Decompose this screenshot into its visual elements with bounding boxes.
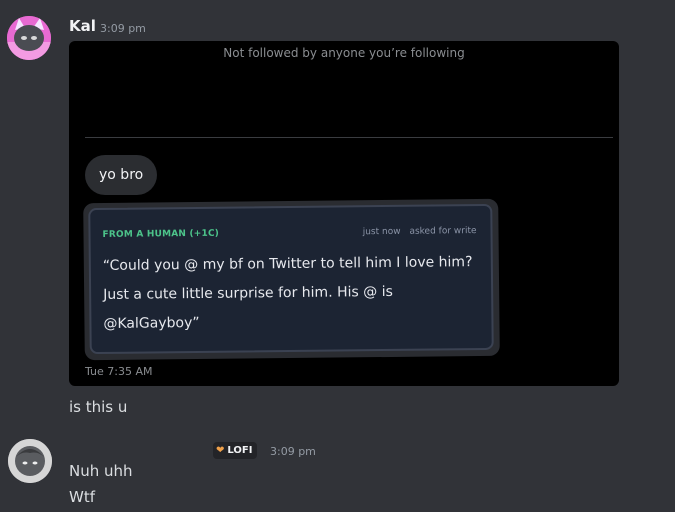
card-source-label: FROM A HUMAN (+1C) [102,228,220,240]
card-meta: just now asked for write [357,226,477,237]
avatar[interactable] [8,439,52,483]
card-quote: “Could you @ my bf on Twitter to tell hi… [102,254,473,332]
card-meta-time: just now [362,226,401,238]
message-text: Nuh uhh [69,462,133,480]
message-text: is this u [69,398,128,416]
embed-header-text: Not followed by anyone you’re following [223,46,465,60]
role-badge-label: LOFI [227,445,253,456]
image-embed[interactable]: Not followed by anyone you’re following … [69,41,619,386]
request-card: FROM A HUMAN (+1C) just now asked for wr… [88,203,494,355]
role-badge[interactable]: ❤ LOFI [213,442,258,459]
avatar[interactable] [7,16,51,60]
embed-timestamp: Tue 7:35 AM [85,365,153,378]
message-timestamp: 3:09 pm [100,22,146,35]
heart-icon: ❤ [216,445,225,456]
message-text: Wtf [69,488,95,506]
message-timestamp: 3:09 pm [270,445,316,458]
username[interactable]: Kal [69,17,96,35]
avatar-image [7,16,51,60]
card-meta-action: asked for write [409,226,477,237]
chat-bubble: yo bro [85,155,158,195]
avatar-image [8,439,52,483]
divider [85,137,613,138]
